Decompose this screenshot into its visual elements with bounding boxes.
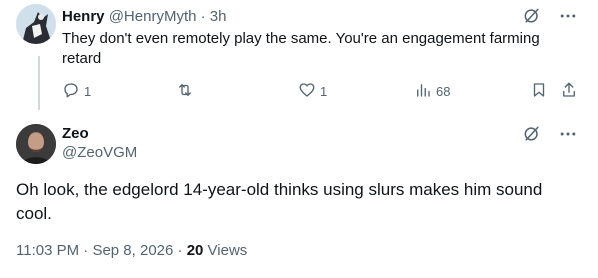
views-count: 20	[186, 242, 204, 259]
more-icon[interactable]	[558, 124, 578, 149]
main-tweet: Zeo @ZeoVGM Oh look, the edgelord 14-yea…	[0, 112, 598, 278]
views-icon	[414, 81, 432, 102]
reply-header: Henry @HenryMyth · 3h	[62, 8, 226, 26]
share-icon	[560, 81, 578, 102]
timestamp[interactable]: 3h	[210, 8, 227, 25]
tweet-meta: 11:03 PM · Sep 8, 2026 · 20 Views	[16, 242, 247, 259]
like-icon	[298, 81, 316, 102]
author-name[interactable]: Henry	[62, 8, 105, 25]
grok-icon[interactable]	[522, 124, 542, 149]
avatar[interactable]	[16, 124, 56, 164]
reply-tweet[interactable]: Henry @HenryMyth · 3h They don't even re…	[0, 0, 598, 110]
share-button[interactable]	[560, 80, 578, 102]
reply-count: 1	[84, 83, 92, 99]
tweet-date[interactable]: Sep 8, 2026	[92, 242, 173, 259]
separator: ·	[83, 242, 89, 259]
separator: ·	[200, 8, 206, 25]
views-label: Views	[207, 242, 248, 259]
reply-button[interactable]: 1	[62, 80, 91, 102]
tweet-time[interactable]: 11:03 PM	[16, 242, 79, 259]
avatar[interactable]	[16, 4, 56, 44]
like-button[interactable]: 1	[298, 80, 327, 102]
separator: ·	[177, 242, 183, 259]
bookmark-icon	[530, 81, 548, 102]
reply-text: They don't even remotely play the same. …	[62, 30, 540, 67]
grok-icon[interactable]	[522, 6, 542, 31]
more-icon[interactable]	[558, 6, 578, 31]
author-handle[interactable]: @ZeoVGM	[62, 144, 137, 161]
author-name[interactable]: Zeo	[62, 125, 89, 142]
views-button[interactable]: 68	[414, 80, 450, 102]
views-count: 68	[436, 83, 451, 99]
action-bar: 1 1 68	[62, 80, 582, 102]
like-count: 1	[320, 83, 328, 99]
reply-icon	[62, 81, 80, 102]
author-handle[interactable]: @HenryMyth	[109, 8, 197, 25]
tweet-text: Oh look, the edgelord 14-year-old thinks…	[16, 180, 543, 223]
retweet-button[interactable]	[176, 80, 198, 102]
retweet-icon	[176, 81, 194, 102]
bookmark-button[interactable]	[530, 80, 548, 102]
